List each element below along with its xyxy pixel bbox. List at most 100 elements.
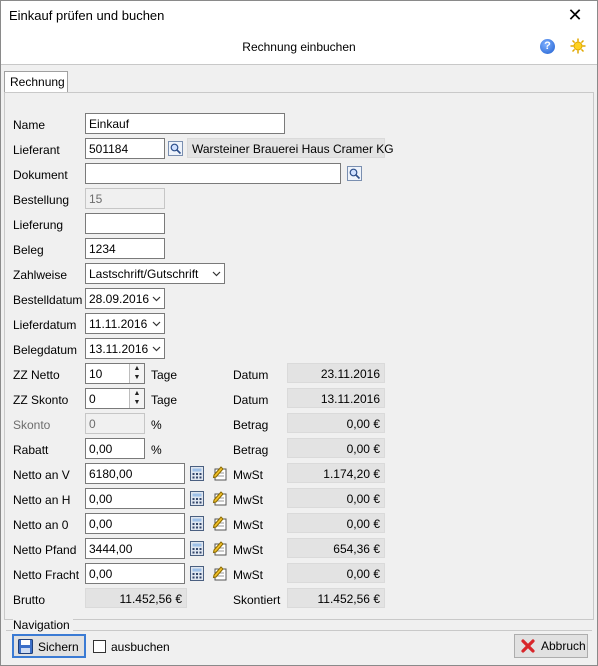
skonto-label: Skonto [13, 418, 51, 432]
netto-v-input[interactable]: 6180,00 [85, 463, 185, 484]
zz-netto-stepper[interactable]: 10 ▲ ▼ [85, 363, 145, 384]
netto-0-input[interactable]: 0,00 [85, 513, 185, 534]
dialog-header: Rechnung einbuchen ? [1, 31, 597, 65]
zz-skonto-unit: Tage [151, 393, 178, 407]
ausbuchen-label: ausbuchen [111, 640, 170, 654]
calculator-icon[interactable] [190, 466, 204, 481]
lieferung-input[interactable] [85, 213, 165, 234]
beleg-input[interactable]: 1234 [85, 238, 165, 259]
spin-down-icon[interactable]: ▼ [130, 398, 144, 407]
help-icon[interactable]: ? [540, 39, 555, 54]
save-button[interactable]: Sichern [12, 634, 86, 658]
lieferdatum-picker[interactable]: 11.11.2016 [85, 313, 165, 334]
skonto-betrag-label: Betrag [233, 418, 269, 432]
rabatt-unit: % [151, 443, 162, 457]
netto-pfand-label: Netto Pfand [13, 543, 77, 557]
edit-mwst-icon[interactable] [212, 565, 228, 581]
zahlweise-select[interactable]: Lastschrift/Gutschrift [85, 263, 225, 284]
bestelldatum-value: 28.09.2016 [89, 292, 150, 306]
sun-icon[interactable] [570, 38, 586, 54]
bestelldatum-picker[interactable]: 28.09.2016 [85, 288, 165, 309]
edit-mwst-icon[interactable] [212, 540, 228, 556]
calculator-icon[interactable] [190, 541, 204, 556]
netto-0-label: Netto an 0 [13, 518, 69, 532]
zz-skonto-label: ZZ Skonto [13, 393, 69, 407]
spin-down-icon[interactable]: ▼ [130, 373, 144, 382]
netto-pfand-input[interactable]: 3444,00 [85, 538, 185, 559]
skontiert-label: Skontiert [233, 593, 281, 607]
lieferant-search-icon[interactable] [168, 141, 183, 156]
netto-0-mwst-label: MwSt [233, 518, 263, 532]
belegdatum-picker[interactable]: 13.11.2016 [85, 338, 165, 359]
skonto-datum-label: Datum [233, 393, 269, 407]
rabatt-betrag-label: Betrag [233, 443, 269, 457]
close-button[interactable]: ✕ [561, 3, 589, 29]
rabatt-betrag-value: 0,00 € [287, 438, 385, 458]
lieferant-input[interactable]: 501184 [85, 138, 165, 159]
spin-buttons[interactable]: ▲ ▼ [129, 364, 144, 383]
netto-fracht-input[interactable]: 0,00 [85, 563, 185, 584]
bestellung-label: Bestellung [13, 193, 70, 207]
netto-h-label: Netto an H [13, 493, 71, 507]
calculator-icon[interactable] [190, 491, 204, 506]
netto-fracht-mwst-label: MwSt [233, 568, 263, 582]
header-title: Rechnung einbuchen [242, 40, 356, 54]
chevron-down-icon [152, 346, 161, 352]
cancel-button[interactable]: Abbruch [514, 634, 588, 658]
name-input[interactable]: Einkauf [85, 113, 285, 134]
spin-up-icon[interactable]: ▲ [130, 389, 144, 398]
save-icon [18, 639, 33, 654]
skonto-betrag-value: 0,00 € [287, 413, 385, 433]
lieferant-label: Lieferant [13, 143, 60, 157]
netto-fracht-mwst-value: 0,00 € [287, 563, 385, 583]
zz-skonto-stepper[interactable]: 0 ▲ ▼ [85, 388, 145, 409]
ausbuchen-checkbox[interactable] [93, 640, 106, 653]
edit-mwst-icon[interactable] [212, 465, 228, 481]
tab-rechnung[interactable]: Rechnung [4, 71, 68, 93]
zahlweise-label: Zahlweise [13, 268, 68, 282]
belegdatum-label: Belegdatum [13, 343, 78, 357]
zz-skonto-value: 0 [89, 392, 96, 406]
chevron-down-icon [152, 321, 161, 327]
chevron-down-icon [212, 271, 221, 277]
skontiert-value: 11.452,56 € [287, 588, 385, 608]
netto-pfand-mwst-label: MwSt [233, 543, 263, 557]
edit-mwst-icon[interactable] [212, 515, 228, 531]
lieferung-label: Lieferung [13, 218, 64, 232]
dokument-input[interactable] [85, 163, 341, 184]
netto-h-mwst-label: MwSt [233, 493, 263, 507]
netto-h-mwst-value: 0,00 € [287, 488, 385, 508]
calculator-icon[interactable] [190, 566, 204, 581]
rabatt-label: Rabatt [13, 443, 49, 457]
netto-v-label: Netto an V [13, 468, 70, 482]
netto-h-input[interactable]: 0,00 [85, 488, 185, 509]
cancel-x-icon [521, 639, 535, 653]
netto-pfand-mwst-value: 654,36 € [287, 538, 385, 558]
name-label: Name [13, 118, 46, 132]
netto-0-mwst-value: 0,00 € [287, 513, 385, 533]
title-bar: Einkauf prüfen und buchen ✕ [1, 1, 597, 31]
netto-v-mwst-value: 1.174,20 € [287, 463, 385, 483]
netto-datum-label: Datum [233, 368, 269, 382]
zz-netto-unit: Tage [151, 368, 178, 382]
edit-mwst-icon[interactable] [212, 490, 228, 506]
dialog-window: Einkauf prüfen und buchen ✕ Rechnung ein… [0, 0, 598, 666]
zahlweise-value: Lastschrift/Gutschrift [89, 267, 199, 281]
netto-v-mwst-label: MwSt [233, 468, 263, 482]
skonto-datum-value: 13.11.2016 [287, 388, 385, 408]
window-title: Einkauf prüfen und buchen [9, 8, 165, 23]
zz-netto-value: 10 [89, 367, 103, 381]
lieferant-name-display: Warsteiner Brauerei Haus Cramer KG [187, 138, 394, 158]
navigation-divider [6, 630, 592, 631]
calculator-icon[interactable] [190, 516, 204, 531]
dokument-search-icon[interactable] [347, 166, 362, 181]
lieferdatum-value: 11.11.2016 [89, 317, 148, 331]
rabatt-input[interactable]: 0,00 [85, 438, 145, 459]
brutto-label: Brutto [13, 593, 46, 607]
spin-up-icon[interactable]: ▲ [130, 364, 144, 373]
navigation-label: Navigation [13, 618, 73, 632]
spin-buttons[interactable]: ▲ ▼ [129, 389, 144, 408]
dokument-label: Dokument [13, 168, 68, 182]
netto-datum-value: 23.11.2016 [287, 363, 385, 383]
brutto-value: 11.452,56 € [85, 588, 187, 608]
